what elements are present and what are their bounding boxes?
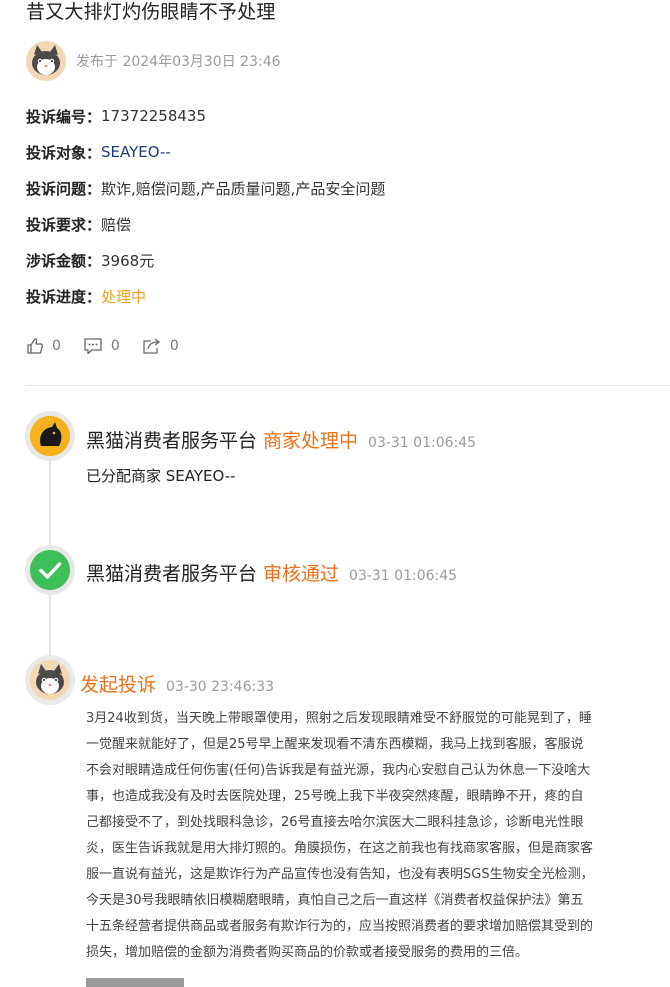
content-line: 十五条经营者提供商品或者服务有欺诈行为的，应当按照消费者的要求增加赔偿其受到的: [86, 919, 594, 934]
field-label: 投诉进度：: [26, 287, 102, 306]
content-line: 3月24收到货，当天晚上带眼罩使用，照射之后发现眼睛难受不舒服觉的可能晃到了，睡: [86, 711, 592, 726]
timeline-avatar: [25, 411, 75, 461]
content-line: 炎，医生告诉我就是用大排灯照的。角膜损伤，在这之前我也有找商家客服，但是商家客: [86, 841, 594, 856]
content-line: 一觉醒来就能好了，但是25号早上醒来发现看不清东西模糊，我马上找到客服，客服说: [86, 737, 584, 752]
thumbs-up-icon: [27, 338, 44, 354]
timeline-message: 已分配商家 SEAYEO--: [86, 467, 236, 485]
timeline-header: 黑猫消费者服务平台 商家处理中 03-31 01:06:45: [86, 426, 476, 453]
content-line: 事，也造成我没有及时去医院处理，25号晚上我下半夜突然疼醒，眼睛睁不开，疼的自: [86, 789, 584, 804]
timeline-header: 黑猫消费者服务平台 审核通过 03-31 01:06:45: [86, 559, 457, 586]
field-label: 投诉对象：: [26, 143, 102, 162]
complaint-fields: 投诉编号： 17372258435 投诉对象： SEAYEO-- 投诉问题： 欺…: [26, 98, 385, 314]
attachment-thumbnail[interactable]: [86, 978, 184, 987]
field-complaint-issue: 投诉问题： 欺诈,赔偿问题,产品质量问题,产品安全问题: [26, 170, 385, 206]
cat-avatar-icon: [30, 660, 70, 700]
share-button[interactable]: 0: [142, 337, 179, 355]
page-title: 昔又大排灯灼伤眼睛不予处理: [26, 1, 276, 23]
timeline-status: 发起投诉: [80, 674, 157, 696]
timeline-avatar: [25, 545, 75, 595]
timeline-header: 发起投诉 03-30 23:46:33: [80, 670, 274, 697]
progress-status: 处理中: [101, 287, 147, 306]
action-bar: 0 0 0: [26, 337, 201, 355]
section-divider: [26, 385, 670, 386]
comment-button[interactable]: 0: [83, 337, 120, 355]
timeline-status: 审核通过: [263, 563, 340, 585]
field-complaint-demand: 投诉要求： 赔偿: [26, 206, 385, 242]
share-icon: [143, 338, 160, 354]
field-value: 3968元: [101, 251, 155, 270]
field-label: 涉诉金额：: [26, 251, 102, 270]
share-count: 0: [169, 338, 179, 354]
field-complaint-amount: 涉诉金额： 3968元: [26, 242, 385, 278]
comment-icon: [84, 338, 102, 355]
black-cat-logo-icon: [30, 416, 70, 456]
field-label: 投诉要求：: [26, 215, 102, 234]
content-line: 不会对眼睛造成任何伤害(任何)告诉我是有益光源，我内心安慰自己认为休息一下没啥大: [86, 763, 591, 778]
complaint-content: 3月24收到货，当天晚上带眼罩使用，照射之后发现眼睛难受不舒服觉的可能晃到了，睡…: [86, 706, 638, 966]
like-count: 0: [52, 338, 61, 354]
timeline-avatar: [25, 655, 75, 705]
timeline-time: 03-31 01:06:45: [349, 568, 458, 584]
timeline-time: 03-30 23:46:33: [166, 679, 275, 695]
timeline-time: 03-31 01:06:45: [368, 435, 477, 451]
field-complaint-id: 投诉编号： 17372258435: [26, 98, 385, 134]
author-row: 发布于 2024年03月30日 23:46: [26, 40, 281, 82]
content-line: 服一直说有益光，这是欺诈行为产品宣传也没有告知，也没有表明SGS生物安全光检测，: [86, 867, 594, 882]
cat-avatar-icon: [26, 41, 66, 81]
field-label: 投诉问题：: [26, 179, 102, 198]
field-value: 17372258435: [101, 107, 206, 125]
field-complaint-target: 投诉对象： SEAYEO--: [26, 134, 385, 170]
merchant-link[interactable]: SEAYEO--: [101, 143, 171, 161]
content-line: 己都接受不了，到处找眼科急诊，26号直接去哈尔滨医大二眼科挂急诊，诊断电光性眼: [86, 815, 584, 830]
content-line: 今天是30号我眼睛依旧模糊磨眼睛，真怕自己之后一直这样《消费者权益保护法》第五: [86, 893, 584, 908]
timeline-source: 黑猫消费者服务平台: [86, 563, 258, 585]
publish-time: 发布于 2024年03月30日 23:46: [76, 54, 281, 70]
field-value: 欺诈,赔偿问题,产品质量问题,产品安全问题: [101, 179, 386, 198]
like-button[interactable]: 0: [26, 337, 61, 355]
timeline-source: 黑猫消费者服务平台: [86, 430, 258, 452]
field-label: 投诉编号：: [26, 107, 102, 126]
check-icon: [30, 550, 70, 590]
field-value: 赔偿: [101, 215, 132, 234]
content-line: 损失，增加赔偿的金额为消费者购买商品的价款或者接受服务的费用的三倍。: [86, 945, 529, 960]
timeline-status: 商家处理中: [263, 430, 359, 452]
user-avatar[interactable]: [26, 41, 66, 81]
comment-count: 0: [110, 338, 120, 354]
field-complaint-progress: 投诉进度： 处理中: [26, 278, 385, 314]
